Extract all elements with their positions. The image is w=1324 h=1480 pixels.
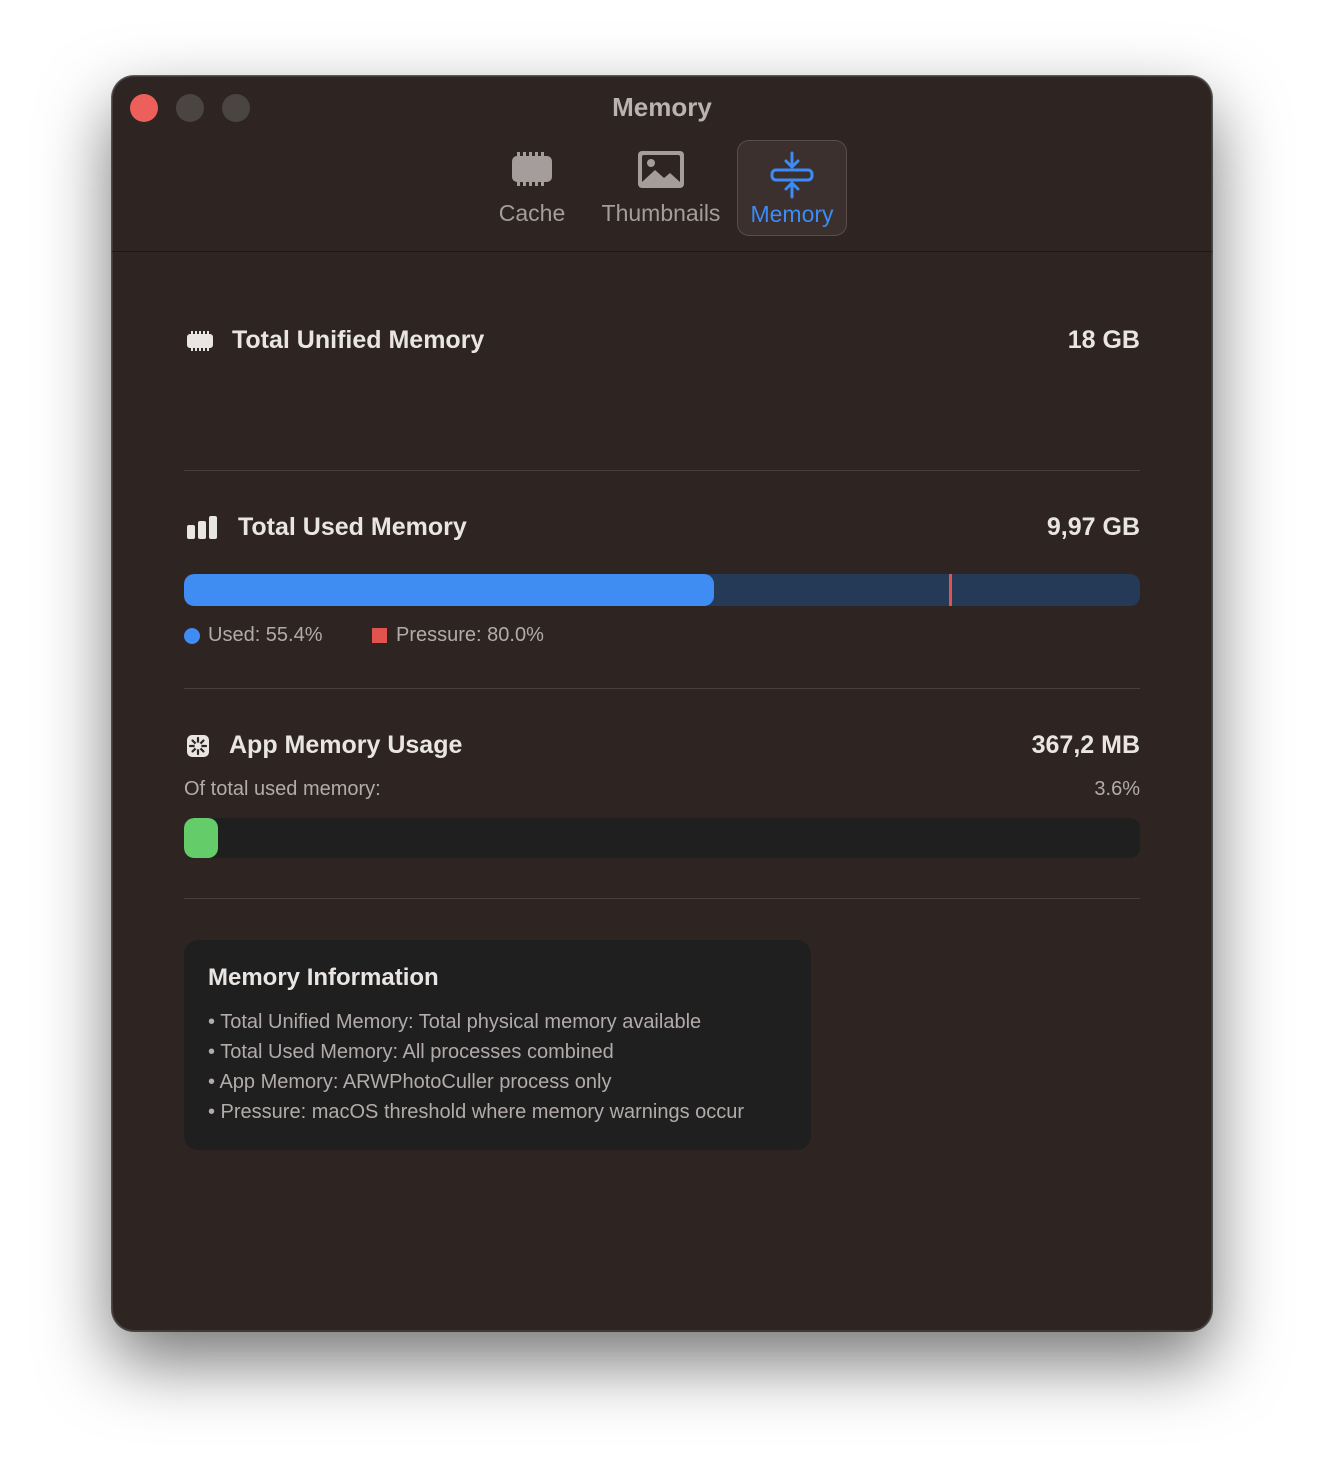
used-legend-dot [184, 628, 200, 644]
app-memory-icon [186, 734, 210, 763]
list-item: • Pressure: macOS threshold where memory… [208, 1101, 745, 1123]
tab-cache[interactable]: Cache [482, 140, 582, 236]
app-memory-sub-label: Of total used memory: [184, 778, 381, 800]
titlebar-toolbar: Memory Cache Thumbnails Memory [112, 76, 1212, 252]
memory-chip-icon [510, 150, 554, 193]
memory-information-list: • Total Unified Memory: Total physical m… [208, 1010, 744, 1130]
total-unified-memory-value: 18 GB [1067, 326, 1140, 354]
total-used-memory-value: 9,97 GB [1046, 513, 1140, 541]
bar-chart-icon [187, 516, 219, 545]
tab-memory[interactable]: Memory [737, 140, 847, 236]
pressure-legend-swatch [372, 628, 387, 643]
memory-information-title: Memory Information [208, 964, 439, 991]
tab-thumbnails[interactable]: Thumbnails [596, 140, 726, 236]
memory-window: Memory Cache Thumbnails Memory Total Uni… [112, 76, 1212, 1331]
app-memory-bar [184, 818, 1140, 858]
app-memory-fill [184, 818, 218, 858]
app-memory-usage-title: App Memory Usage [229, 731, 463, 759]
list-item: • Total Unified Memory: Total physical m… [208, 1011, 702, 1033]
pressure-marker [949, 574, 952, 606]
tab-cache-label: Cache [498, 200, 566, 226]
list-item: • App Memory: ARWPhotoCuller process onl… [208, 1071, 612, 1093]
memory-information-box: Memory Information • Total Unified Memor… [184, 940, 811, 1150]
memory-chip-icon [186, 330, 214, 357]
app-memory-usage-value: 367,2 MB [1031, 731, 1140, 759]
photo-icon [637, 150, 685, 195]
used-memory-bar [184, 574, 1140, 606]
pressure-legend-label: Pressure: 80.0% [396, 624, 544, 646]
window-title: Memory [612, 92, 712, 122]
used-memory-fill [184, 574, 714, 606]
app-memory-percent: 3.6% [1094, 778, 1140, 800]
total-used-memory-title: Total Used Memory [238, 513, 467, 541]
tab-thumbnails-label: Thumbnails [601, 200, 721, 226]
memory-compress-icon [769, 151, 815, 204]
list-item: • Total Used Memory: All processes combi… [208, 1041, 614, 1063]
used-legend-label: Used: 55.4% [208, 624, 323, 646]
divider [184, 470, 1140, 471]
divider [184, 688, 1140, 689]
tab-memory-label: Memory [750, 201, 834, 227]
total-unified-memory-title: Total Unified Memory [232, 326, 485, 354]
divider [184, 898, 1140, 899]
